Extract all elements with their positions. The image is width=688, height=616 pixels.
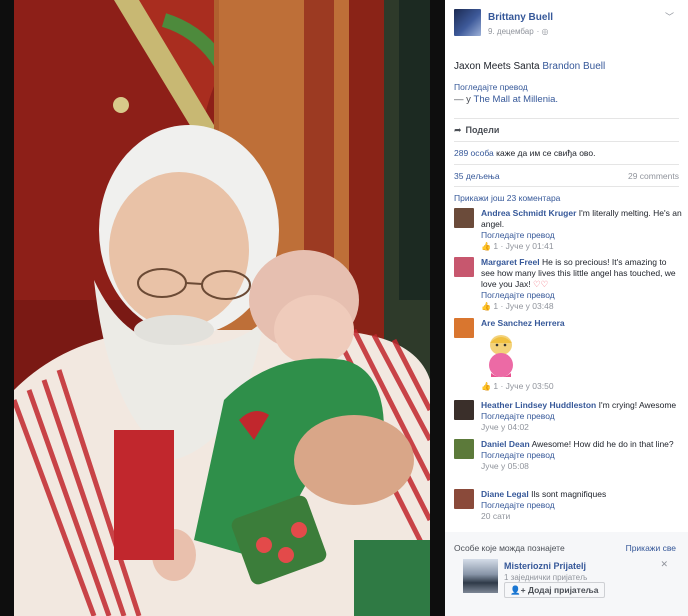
see-translation-link[interactable]: Погледајте превод	[481, 290, 682, 301]
comment-like-count[interactable]: 1	[493, 241, 498, 251]
comment-sticker	[481, 331, 682, 381]
commenter-name[interactable]: Daniel Dean	[481, 439, 530, 449]
comment-item: Daniel Dean Awesome! How did he do in th…	[454, 439, 682, 485]
see-translation-link[interactable]: Погледајте превод	[481, 500, 682, 511]
sticker-image	[489, 335, 513, 377]
likes-summary: 289 особа каже да им се свиђа ово.	[454, 148, 595, 158]
location-prefix: — у	[454, 94, 471, 105]
comment-text: Awesome! How did he do in that line?	[531, 439, 674, 449]
commenter-avatar[interactable]	[454, 208, 474, 228]
like-icon: 👍	[481, 382, 491, 391]
comment-item: Diane Legal Ils sont magnifiques Погледа…	[454, 489, 682, 525]
see-translation-link[interactable]: Погледајте превод	[454, 82, 528, 92]
comment-item: Andrea Schmidt Kruger I'm literally melt…	[454, 208, 682, 251]
comment-item: Heather Lindsey Huddleston I'm crying! A…	[454, 400, 682, 436]
commenter-name[interactable]: Are Sanchez Herrera	[481, 318, 565, 328]
divider	[454, 118, 679, 119]
comment-item: Margaret Freel He is so precious! It's a…	[454, 257, 682, 313]
comment-text: I'm crying! Awesome	[598, 400, 677, 410]
commenter-avatar[interactable]	[454, 400, 474, 420]
pymk-title: Особе које можда познајете	[454, 543, 565, 553]
photo-viewer	[0, 0, 445, 616]
add-friend-button[interactable]: 👤+ Додај пријатеља	[504, 582, 605, 598]
share-label: Подели	[465, 125, 500, 135]
post-sidebar: Brittany Buell 9. децембар · ◎ ﹀ Jaxon Me…	[445, 0, 688, 616]
add-friend-icon: 👤+	[510, 585, 526, 595]
comment-text: Ils sont magnifiques	[531, 489, 607, 499]
comment-time[interactable]: Јуче у 04:02	[481, 422, 682, 433]
commenter-name[interactable]: Diane Legal	[481, 489, 529, 499]
see-translation-link[interactable]: Погледајте превод	[481, 230, 682, 241]
post-text-content: Jaxon Meets Santa	[454, 61, 540, 72]
divider	[454, 141, 679, 142]
post-location: — у The Mall at Millenia.	[454, 94, 558, 105]
author-avatar[interactable]	[454, 9, 481, 36]
comment-time[interactable]: Јуче у 05:08	[481, 461, 682, 472]
see-translation-link[interactable]: Погледајте превод	[481, 450, 682, 461]
post-date: 9. децембар · ◎	[488, 27, 549, 36]
comment-item: Are Sanchez Herrera 👍 1 · Јуче у 03:50	[454, 318, 682, 396]
post-text: Jaxon Meets Santa Brandon Buell	[454, 61, 679, 72]
comment-time[interactable]: Јуче у 03:50	[506, 381, 554, 391]
commenter-avatar[interactable]	[454, 257, 474, 277]
commenter-avatar[interactable]	[454, 439, 474, 459]
comment-like-count[interactable]: 1	[493, 381, 498, 391]
comment-body: Diane Legal Ils sont magnifiques Погледа…	[481, 489, 682, 522]
chevron-down-icon[interactable]: ﹀	[665, 10, 674, 23]
likes-count-link[interactable]: 289 особа	[454, 148, 494, 158]
divider	[454, 186, 679, 187]
see-translation-link[interactable]: Погледајте превод	[481, 411, 682, 422]
like-icon: 👍	[481, 242, 491, 251]
view-more-comments-link[interactable]: Прикажи још 23 коментара	[454, 193, 560, 203]
commenter-avatar[interactable]	[454, 489, 474, 509]
location-link[interactable]: The Mall at Millenia.	[474, 94, 558, 105]
comment-like-count[interactable]: 1	[493, 301, 498, 311]
post-date-text[interactable]: 9. децембар	[488, 27, 534, 36]
commenter-name[interactable]: Andrea Schmidt Kruger	[481, 208, 576, 218]
commenter-name[interactable]: Margaret Freel	[481, 257, 540, 267]
pymk-avatar[interactable]	[463, 559, 498, 593]
close-icon[interactable]: ✕	[660, 559, 668, 570]
divider	[454, 164, 679, 165]
pymk-see-all-link[interactable]: Прикажи све	[626, 543, 676, 553]
comment-time[interactable]: 20 сати	[481, 511, 682, 522]
comment-meta: 👍 1 · Јуче у 03:48	[481, 301, 554, 311]
comments-count[interactable]: 29 comments	[628, 171, 679, 181]
comment-body: Are Sanchez Herrera 👍 1 · Јуче у 03:50	[481, 318, 682, 392]
like-icon: 👍	[481, 302, 491, 311]
comment-time[interactable]: Јуче у 01:41	[506, 241, 554, 251]
author-name[interactable]: Brittany Buell	[488, 12, 553, 23]
add-friend-label: Додај пријатеља	[527, 585, 599, 595]
globe-icon: · ◎	[536, 27, 549, 36]
share-icon: ➦	[454, 125, 462, 135]
share-button[interactable]: ➦ Подели	[454, 125, 499, 136]
post-photo[interactable]	[14, 0, 430, 616]
comment-body: Andrea Schmidt Kruger I'm literally melt…	[481, 208, 682, 252]
pymk-name[interactable]: Misteriozni Prijatelj	[504, 561, 586, 571]
comment-body: Margaret Freel He is so precious! It's a…	[481, 257, 682, 312]
shares-count-link[interactable]: 35 дељења	[454, 171, 500, 181]
comment-time[interactable]: Јуче у 03:48	[506, 301, 554, 311]
likes-suffix: каже да им се свиђа ово.	[496, 148, 596, 158]
heart-emoji-icon: ♡♡	[533, 279, 549, 289]
comment-meta: 👍 1 · Јуче у 01:41	[481, 241, 554, 251]
tagged-user-link[interactable]: Brandon Buell	[542, 61, 605, 72]
santa-photo-image	[14, 0, 430, 616]
pymk-mutual-friends[interactable]: 1 заједнички пријатељ	[504, 573, 587, 582]
commenter-name[interactable]: Heather Lindsey Huddleston	[481, 400, 596, 410]
comment-body: Heather Lindsey Huddleston I'm crying! A…	[481, 400, 682, 433]
commenter-avatar[interactable]	[454, 318, 474, 338]
comment-body: Daniel Dean Awesome! How did he do in th…	[481, 439, 682, 472]
comment-meta: 👍 1 · Јуче у 03:50	[481, 381, 554, 391]
